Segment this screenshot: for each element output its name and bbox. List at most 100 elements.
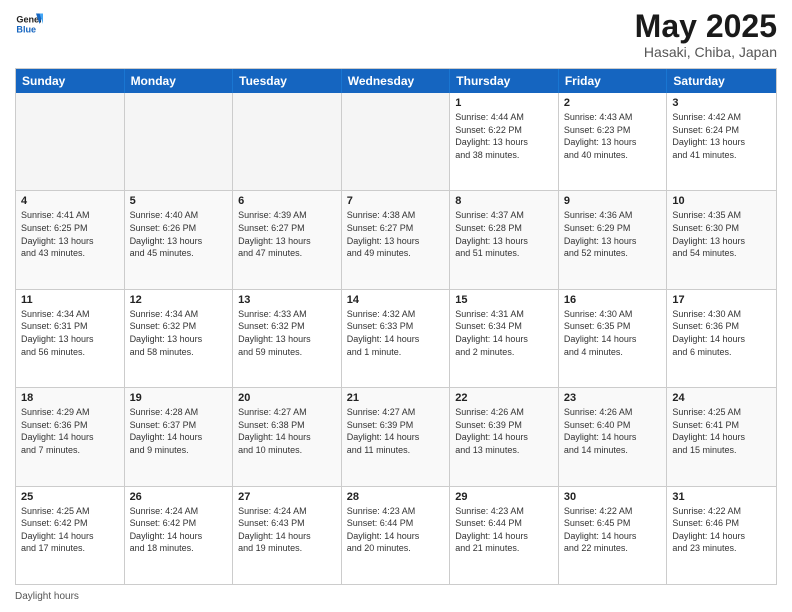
day-number: 15 (455, 294, 553, 306)
cal-row-4: 25 Sunrise: 4:25 AM Sunset: 6:42 PM Dayli… (16, 486, 776, 584)
cal-cell: 22 Sunrise: 4:26 AM Sunset: 6:39 PM Dayli… (450, 388, 559, 485)
cell-details: Sunrise: 4:24 AM Sunset: 6:42 PM Dayligh… (130, 505, 228, 555)
month-title: May 2025 (635, 10, 777, 42)
cell-details: Sunrise: 4:42 AM Sunset: 6:24 PM Dayligh… (672, 111, 771, 161)
logo-icon: General Blue (15, 10, 43, 38)
day-number: 14 (347, 294, 445, 306)
footer: Daylight hours (15, 591, 777, 602)
cal-header-cell-thursday: Thursday (450, 69, 559, 93)
cal-cell: 6 Sunrise: 4:39 AM Sunset: 6:27 PM Daylig… (233, 191, 342, 288)
day-number: 26 (130, 491, 228, 503)
day-number: 4 (21, 195, 119, 207)
cell-details: Sunrise: 4:26 AM Sunset: 6:39 PM Dayligh… (455, 406, 553, 456)
day-number: 5 (130, 195, 228, 207)
cell-details: Sunrise: 4:25 AM Sunset: 6:41 PM Dayligh… (672, 406, 771, 456)
cal-cell: 21 Sunrise: 4:27 AM Sunset: 6:39 PM Dayli… (342, 388, 451, 485)
day-number: 24 (672, 392, 771, 404)
cal-cell: 29 Sunrise: 4:23 AM Sunset: 6:44 PM Dayli… (450, 487, 559, 584)
cell-details: Sunrise: 4:22 AM Sunset: 6:46 PM Dayligh… (672, 505, 771, 555)
day-number: 8 (455, 195, 553, 207)
cal-cell: 28 Sunrise: 4:23 AM Sunset: 6:44 PM Dayli… (342, 487, 451, 584)
subtitle: Hasaki, Chiba, Japan (635, 44, 777, 60)
cal-cell (342, 93, 451, 190)
cal-cell: 30 Sunrise: 4:22 AM Sunset: 6:45 PM Dayli… (559, 487, 668, 584)
cal-cell: 24 Sunrise: 4:25 AM Sunset: 6:41 PM Dayli… (667, 388, 776, 485)
calendar: SundayMondayTuesdayWednesdayThursdayFrid… (15, 68, 777, 585)
cal-cell (233, 93, 342, 190)
cell-details: Sunrise: 4:35 AM Sunset: 6:30 PM Dayligh… (672, 209, 771, 259)
cal-cell: 31 Sunrise: 4:22 AM Sunset: 6:46 PM Dayli… (667, 487, 776, 584)
cal-header-cell-wednesday: Wednesday (342, 69, 451, 93)
cal-cell: 4 Sunrise: 4:41 AM Sunset: 6:25 PM Daylig… (16, 191, 125, 288)
cal-row-1: 4 Sunrise: 4:41 AM Sunset: 6:25 PM Daylig… (16, 190, 776, 288)
day-number: 9 (564, 195, 662, 207)
cell-details: Sunrise: 4:24 AM Sunset: 6:43 PM Dayligh… (238, 505, 336, 555)
day-number: 21 (347, 392, 445, 404)
cal-header-cell-monday: Monday (125, 69, 234, 93)
cal-row-0: 1 Sunrise: 4:44 AM Sunset: 6:22 PM Daylig… (16, 93, 776, 190)
cell-details: Sunrise: 4:38 AM Sunset: 6:27 PM Dayligh… (347, 209, 445, 259)
day-number: 25 (21, 491, 119, 503)
cal-cell: 18 Sunrise: 4:29 AM Sunset: 6:36 PM Dayli… (16, 388, 125, 485)
cell-details: Sunrise: 4:36 AM Sunset: 6:29 PM Dayligh… (564, 209, 662, 259)
day-number: 31 (672, 491, 771, 503)
cell-details: Sunrise: 4:26 AM Sunset: 6:40 PM Dayligh… (564, 406, 662, 456)
day-number: 23 (564, 392, 662, 404)
cell-details: Sunrise: 4:29 AM Sunset: 6:36 PM Dayligh… (21, 406, 119, 456)
cal-cell: 20Sunrise: 4:27 AM Sunset: 6:38 PM Dayli… (233, 388, 342, 485)
day-number: 28 (347, 491, 445, 503)
cell-details: Sunrise: 4:27 AM Sunset: 6:39 PM Dayligh… (347, 406, 445, 456)
day-number: 1 (455, 97, 553, 109)
cell-details: Sunrise: 4:34 AM Sunset: 6:32 PM Dayligh… (130, 308, 228, 358)
cal-header-cell-sunday: Sunday (16, 69, 125, 93)
cal-cell: 3 Sunrise: 4:42 AM Sunset: 6:24 PM Daylig… (667, 93, 776, 190)
cell-details: Sunrise: 4:37 AM Sunset: 6:28 PM Dayligh… (455, 209, 553, 259)
day-number: 10 (672, 195, 771, 207)
cell-details: Sunrise: 4:40 AM Sunset: 6:26 PM Dayligh… (130, 209, 228, 259)
cal-cell: 15Sunrise: 4:31 AM Sunset: 6:34 PM Dayli… (450, 290, 559, 387)
calendar-body: 1 Sunrise: 4:44 AM Sunset: 6:22 PM Daylig… (16, 93, 776, 584)
cell-details: Sunrise: 4:25 AM Sunset: 6:42 PM Dayligh… (21, 505, 119, 555)
logo: General Blue (15, 10, 43, 38)
svg-text:Blue: Blue (16, 24, 36, 34)
day-number: 13 (238, 294, 336, 306)
cell-details: Sunrise: 4:22 AM Sunset: 6:45 PM Dayligh… (564, 505, 662, 555)
cell-details: Sunrise: 4:39 AM Sunset: 6:27 PM Dayligh… (238, 209, 336, 259)
cal-cell: 13Sunrise: 4:33 AM Sunset: 6:32 PM Dayli… (233, 290, 342, 387)
cal-cell: 14Sunrise: 4:32 AM Sunset: 6:33 PM Dayli… (342, 290, 451, 387)
cal-cell (125, 93, 234, 190)
cal-cell: 12 Sunrise: 4:34 AM Sunset: 6:32 PM Dayli… (125, 290, 234, 387)
cal-cell: 2Sunrise: 4:43 AM Sunset: 6:23 PM Daylig… (559, 93, 668, 190)
cal-header-cell-friday: Friday (559, 69, 668, 93)
header: General Blue May 2025 Hasaki, Chiba, Jap… (15, 10, 777, 60)
cal-cell: 5 Sunrise: 4:40 AM Sunset: 6:26 PM Daylig… (125, 191, 234, 288)
cell-details: Sunrise: 4:30 AM Sunset: 6:36 PM Dayligh… (672, 308, 771, 358)
day-number: 19 (130, 392, 228, 404)
cell-details: Sunrise: 4:41 AM Sunset: 6:25 PM Dayligh… (21, 209, 119, 259)
day-number: 29 (455, 491, 553, 503)
cal-cell: 16Sunrise: 4:30 AM Sunset: 6:35 PM Dayli… (559, 290, 668, 387)
cal-cell: 19Sunrise: 4:28 AM Sunset: 6:37 PM Dayli… (125, 388, 234, 485)
title-block: May 2025 Hasaki, Chiba, Japan (635, 10, 777, 60)
day-number: 7 (347, 195, 445, 207)
day-number: 18 (21, 392, 119, 404)
day-number: 3 (672, 97, 771, 109)
cell-details: Sunrise: 4:23 AM Sunset: 6:44 PM Dayligh… (347, 505, 445, 555)
cal-cell: 25 Sunrise: 4:25 AM Sunset: 6:42 PM Dayli… (16, 487, 125, 584)
day-number: 17 (672, 294, 771, 306)
cal-cell: 7 Sunrise: 4:38 AM Sunset: 6:27 PM Daylig… (342, 191, 451, 288)
cell-details: Sunrise: 4:23 AM Sunset: 6:44 PM Dayligh… (455, 505, 553, 555)
cal-cell: 9 Sunrise: 4:36 AM Sunset: 6:29 PM Daylig… (559, 191, 668, 288)
day-number: 6 (238, 195, 336, 207)
cal-cell: 26 Sunrise: 4:24 AM Sunset: 6:42 PM Dayli… (125, 487, 234, 584)
cal-cell: 11 Sunrise: 4:34 AM Sunset: 6:31 PM Dayli… (16, 290, 125, 387)
cell-details: Sunrise: 4:34 AM Sunset: 6:31 PM Dayligh… (21, 308, 119, 358)
cal-cell (16, 93, 125, 190)
day-number: 27 (238, 491, 336, 503)
day-number: 12 (130, 294, 228, 306)
day-number: 22 (455, 392, 553, 404)
day-number: 30 (564, 491, 662, 503)
cell-details: Sunrise: 4:44 AM Sunset: 6:22 PM Dayligh… (455, 111, 553, 161)
cal-row-3: 18 Sunrise: 4:29 AM Sunset: 6:36 PM Dayli… (16, 387, 776, 485)
day-number: 11 (21, 294, 119, 306)
